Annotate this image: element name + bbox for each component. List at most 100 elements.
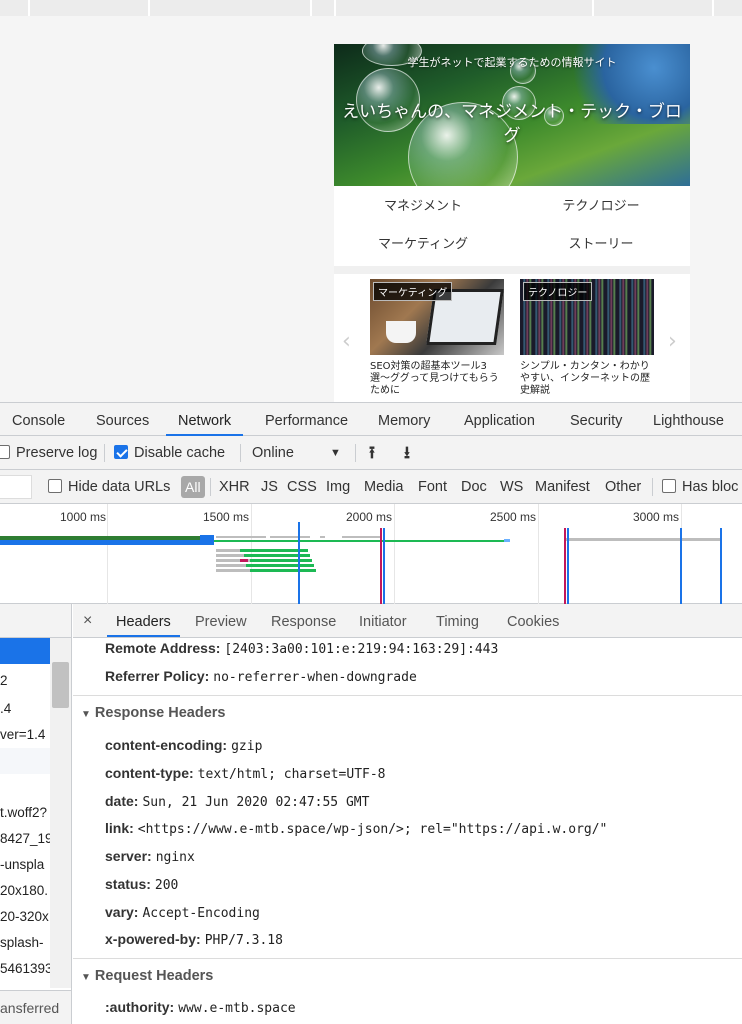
devtools-panel: Console Sources Network Performance Memo…	[0, 402, 742, 1024]
filter-manifest[interactable]: Manifest	[535, 470, 590, 504]
category-story[interactable]: ストーリー	[512, 226, 690, 264]
tab-application[interactable]: Application	[464, 403, 535, 436]
devtools-tabbar: Console Sources Network Performance Memo…	[0, 402, 742, 436]
filter-css[interactable]: CSS	[287, 470, 317, 504]
mobile-page: 学生がネットで起業するための情報サイト えいちゃんの、マネジメント・テック・ブロ…	[334, 44, 690, 402]
request-row[interactable]: -unspla	[0, 852, 50, 878]
top-strip	[0, 0, 742, 16]
throttling-select[interactable]: Online	[252, 436, 294, 470]
post-title[interactable]: SEO対策の超基本ツール3選〜ググって見つけてもらうために	[370, 361, 504, 397]
filter-input[interactable]	[0, 475, 32, 499]
request-bar	[0, 540, 212, 545]
request-headers-section[interactable]: ▼ Request Headers	[73, 958, 742, 992]
tab-initiator[interactable]: Initiator	[359, 604, 407, 637]
request-list-header[interactable]	[0, 604, 71, 638]
header-key: Referrer Policy:	[105, 668, 210, 684]
slider-prev-icon[interactable]: ‹	[342, 329, 351, 354]
header-value: Accept-Encoding	[142, 906, 260, 921]
category-technology[interactable]: テクノロジー	[512, 188, 690, 226]
header-row: content-type: text/html; charset=UTF-8	[105, 759, 386, 787]
toolbar-divider	[104, 444, 105, 462]
header-row: x-powered-by: PHP/7.3.18	[105, 925, 283, 953]
request-row[interactable]	[0, 638, 50, 664]
post-card[interactable]: マーケティング SEO対策の超基本ツール3選〜ググって見つけてもらうために	[370, 279, 504, 397]
import-har-icon[interactable]: ⭱	[369, 436, 375, 470]
export-har-icon[interactable]: ⭳	[404, 436, 410, 470]
filter-other[interactable]: Other	[605, 470, 641, 504]
header-row: date: Sun, 21 Jun 2020 02:47:55 GMT	[105, 787, 369, 815]
toolbar-divider	[240, 444, 241, 462]
category-marketing[interactable]: マーケティング	[334, 226, 512, 264]
has-blocked-cookies-checkbox[interactable]	[662, 479, 676, 493]
throttling-dropdown-icon[interactable]: ▼	[330, 436, 341, 470]
slider-next-icon[interactable]: ›	[668, 329, 677, 354]
disable-cache-checkbox[interactable]	[114, 445, 128, 459]
header-value: Sun, 21 Jun 2020 02:47:55 GMT	[142, 795, 370, 810]
header-key: server:	[105, 848, 152, 864]
network-overview[interactable]: 1000 ms 1500 ms 2000 ms 2500 ms 3000 ms	[0, 504, 742, 604]
tab-timing[interactable]: Timing	[436, 604, 479, 637]
request-bar	[216, 536, 266, 538]
request-row[interactable]: .4	[0, 696, 50, 722]
hide-data-urls-toggle[interactable]: Hide data URLs	[48, 470, 170, 504]
post-thumbnail[interactable]: マーケティング	[370, 279, 504, 355]
request-row[interactable]: 20-320x	[0, 904, 50, 930]
collapse-triangle-icon[interactable]: ▼	[81, 698, 91, 732]
post-title[interactable]: シンプル・カンタン・わかりやすい、インターネットの歴史解説	[520, 361, 654, 397]
response-headers-section[interactable]: ▼ Response Headers	[73, 695, 742, 729]
filter-ws[interactable]: WS	[500, 470, 523, 504]
tab-security[interactable]: Security	[570, 403, 622, 436]
category-management[interactable]: マネジメント	[334, 188, 512, 226]
header-key: status:	[105, 876, 151, 892]
request-row[interactable]: splash-	[0, 930, 50, 956]
request-row[interactable]: t.woff2?	[0, 800, 50, 826]
request-bar	[342, 536, 380, 538]
filter-img[interactable]: Img	[326, 470, 350, 504]
tab-memory[interactable]: Memory	[378, 403, 430, 436]
hero-banner[interactable]: 学生がネットで起業するための情報サイト えいちゃんの、マネジメント・テック・ブロ…	[334, 44, 690, 186]
preserve-log-toggle[interactable]: Preserve log	[0, 436, 97, 470]
filter-font[interactable]: Font	[418, 470, 447, 504]
disable-cache-label: Disable cache	[134, 445, 226, 461]
scrollbar-thumb[interactable]	[52, 662, 69, 708]
collapse-triangle-icon[interactable]: ▼	[81, 961, 91, 995]
tab-response[interactable]: Response	[271, 604, 336, 637]
load-marker	[380, 528, 382, 604]
has-blocked-cookies-toggle[interactable]: Has bloc	[662, 470, 738, 504]
timeline-label: 2000 ms	[346, 510, 393, 524]
preserve-log-checkbox[interactable]	[0, 445, 10, 459]
tab-network[interactable]: Network	[166, 403, 244, 436]
request-row[interactable]	[0, 748, 50, 774]
tab-preview[interactable]: Preview	[195, 604, 247, 637]
filter-divider	[210, 478, 211, 496]
request-row[interactable]: 20x180.	[0, 878, 50, 904]
strip-divider	[148, 0, 150, 16]
request-row[interactable]: 2	[0, 668, 50, 694]
tab-lighthouse[interactable]: Lighthouse	[653, 403, 724, 436]
post-thumbnail[interactable]: テクノロジー	[520, 279, 654, 355]
filter-xhr[interactable]: XHR	[219, 470, 250, 504]
tab-performance[interactable]: Performance	[265, 403, 348, 436]
strip-divider	[712, 0, 714, 16]
disable-cache-toggle[interactable]: Disable cache	[114, 436, 225, 470]
tab-headers[interactable]: Headers	[107, 604, 180, 637]
site-title[interactable]: えいちゃんの、マネジメント・テック・ブログ	[340, 100, 684, 148]
request-list-scrollbar[interactable]	[50, 638, 71, 988]
header-row: Remote Address: [2403:3a00:101:e:219:94:1…	[105, 634, 498, 662]
header-key: :authority:	[105, 999, 175, 1015]
tab-console[interactable]: Console	[12, 403, 65, 436]
section-title: Response Headers	[94, 705, 226, 721]
request-row[interactable]: ver=1.4	[0, 722, 50, 748]
post-card[interactable]: テクノロジー シンプル・カンタン・わかりやすい、インターネットの歴史解説	[520, 279, 654, 397]
header-row: :authority: www.e-mtb.space	[105, 993, 296, 1021]
close-details-icon[interactable]: ×	[83, 604, 92, 638]
filter-all[interactable]: All	[181, 476, 205, 498]
hide-data-urls-checkbox[interactable]	[48, 479, 62, 493]
request-row[interactable]: 8427_19	[0, 826, 50, 852]
tab-sources[interactable]: Sources	[96, 403, 149, 436]
filter-media[interactable]: Media	[364, 470, 404, 504]
filter-doc[interactable]: Doc	[461, 470, 487, 504]
filter-js[interactable]: JS	[261, 470, 278, 504]
tab-cookies[interactable]: Cookies	[507, 604, 559, 637]
request-row[interactable]: 5461393	[0, 956, 50, 982]
